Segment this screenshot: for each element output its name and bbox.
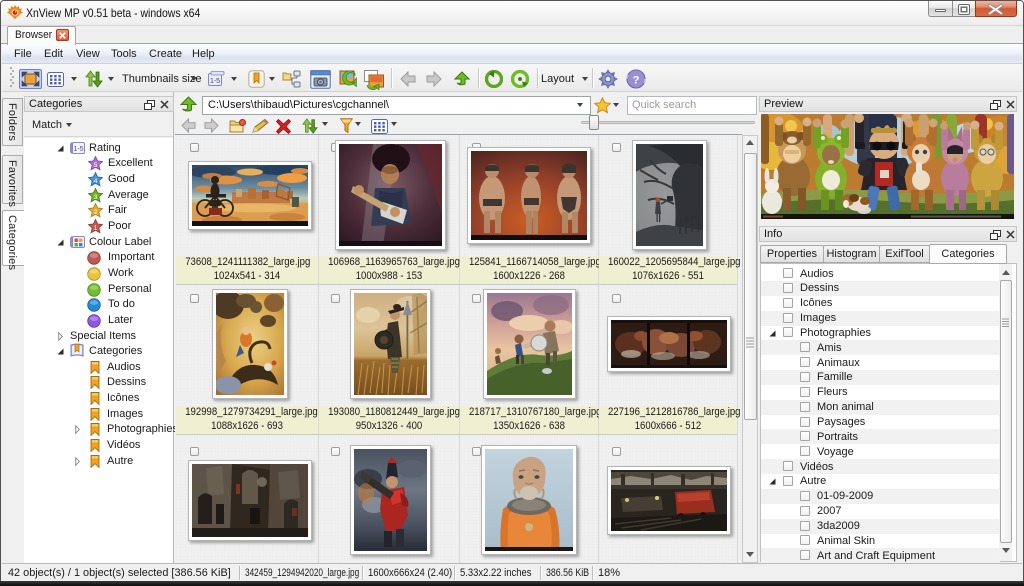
svg-text:5: 5 [94,162,98,169]
svg-text:1: 1 [94,225,98,232]
svg-text:2: 2 [94,209,98,216]
svg-text:1-5: 1-5 [210,78,220,85]
svg-text:1-5: 1-5 [73,146,83,153]
svg-text:4: 4 [94,178,98,185]
svg-text:?: ? [633,74,640,86]
svg-text:3: 3 [94,194,98,201]
